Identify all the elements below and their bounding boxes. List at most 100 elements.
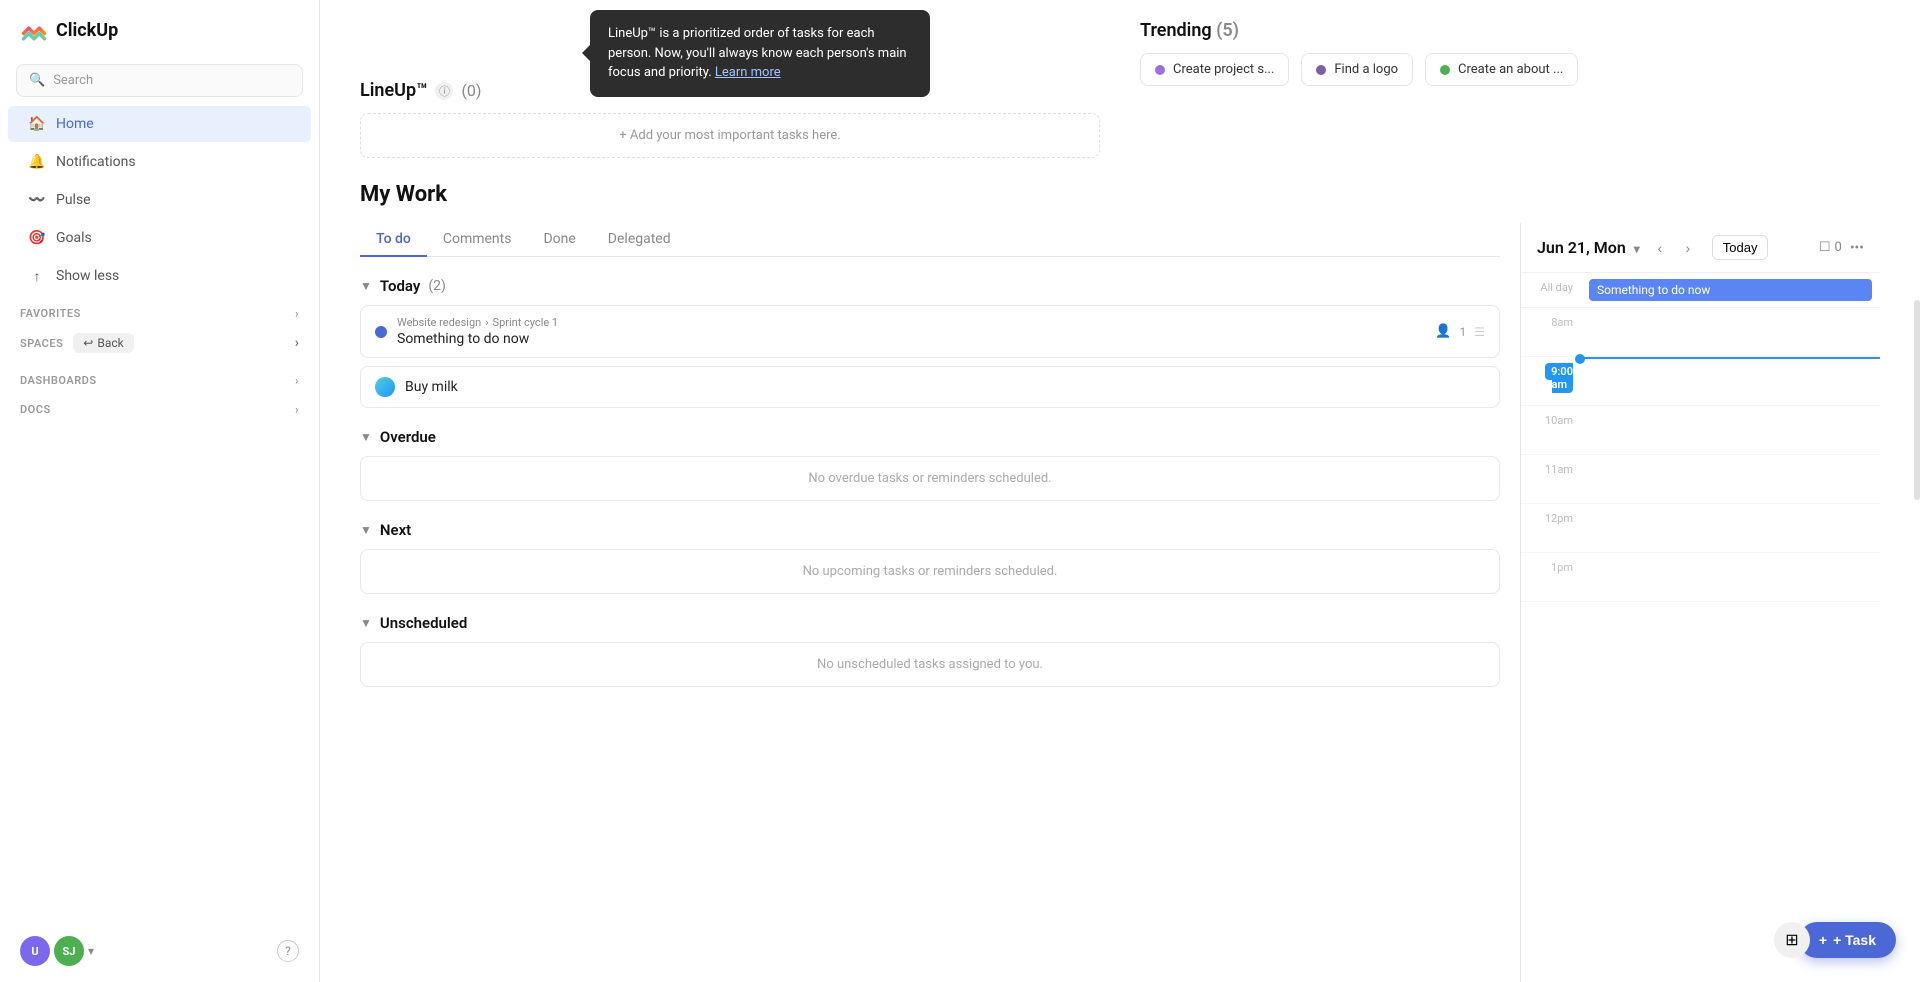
overdue-section: ▼ Overdue No overdue tasks or reminders …: [360, 428, 1500, 501]
calendar-today-button[interactable]: Today: [1712, 235, 1769, 260]
task-avatar-2: [375, 377, 395, 397]
bell-icon: 🔔: [28, 153, 46, 171]
trending-label-1: Find a logo: [1334, 62, 1398, 77]
cal-content-8am[interactable]: [1581, 308, 1880, 356]
allday-content: Something to do now: [1581, 273, 1880, 307]
cal-content-11am[interactable]: [1581, 455, 1880, 503]
app-name: ClickUp: [56, 20, 118, 41]
dashboards-chevron-icon[interactable]: ›: [295, 374, 299, 387]
docs-chevron-icon[interactable]: ›: [295, 403, 299, 416]
calendar-date-dropdown-icon[interactable]: ▾: [1634, 242, 1640, 256]
unscheduled-section: ▼ Unscheduled No unscheduled tasks assig…: [360, 614, 1500, 687]
task-status-dot-1: [375, 326, 387, 338]
cal-time-1pm: 1pm: [1521, 553, 1581, 574]
sidebar-goals-label: Goals: [56, 230, 92, 246]
tab-delegated[interactable]: Delegated: [592, 223, 687, 257]
favorites-chevron-icon[interactable]: ›: [295, 307, 299, 320]
cal-time-10am: 10am: [1521, 406, 1581, 427]
calendar-panel: Jun 21, Mon ▾ ‹ › Today ☐ 0 •••: [1520, 223, 1880, 982]
overdue-title: Overdue: [380, 428, 436, 446]
calendar-body: 8am 9:00 am 10am: [1521, 308, 1880, 982]
trending-label-2: Create an about ...: [1458, 62, 1563, 77]
trending-label-0: Create project s...: [1173, 62, 1274, 77]
mywork-section: My Work To do Comments Done Delegated ▼ …: [320, 158, 1920, 982]
tab-comments[interactable]: Comments: [427, 223, 528, 257]
task-menu-icon[interactable]: ☰: [1474, 325, 1485, 339]
learn-more-link[interactable]: Learn more: [715, 65, 781, 80]
task-name-1: Something to do now: [397, 331, 1425, 347]
sidebar-pulse-label: Pulse: [56, 192, 91, 208]
assignee-icon: 👤: [1435, 324, 1451, 339]
unscheduled-title: Unscheduled: [380, 614, 467, 632]
sidebar-item-show-less[interactable]: ↑ Show less: [8, 258, 311, 294]
sidebar-item-goals[interactable]: 🎯 Goals: [8, 220, 311, 256]
cal-content-10am[interactable]: [1581, 406, 1880, 454]
today-arrow-icon: ▼: [360, 279, 372, 293]
trending-item-2[interactable]: Create an about ...: [1425, 53, 1578, 86]
next-section-header[interactable]: ▼ Next: [360, 521, 1500, 539]
work-content: To do Comments Done Delegated ▼ Today (2…: [360, 223, 1520, 982]
back-arrow-icon: ↩: [83, 336, 93, 350]
sidebar-bottom: U SJ ▾ ?: [0, 920, 319, 982]
lineup-add-label: + Add your most important tasks here.: [619, 128, 840, 143]
avatar-sj[interactable]: SJ: [54, 936, 84, 966]
lineup-title: LineUp™: [360, 80, 427, 101]
search-box[interactable]: 🔍 Search: [16, 64, 303, 97]
tab-todo[interactable]: To do: [360, 223, 427, 257]
trending-item-0[interactable]: Create project s...: [1140, 53, 1289, 86]
task-info-2: Buy milk: [405, 379, 1485, 395]
sidebar-item-home[interactable]: 🏠 Home: [8, 106, 311, 142]
show-less-icon: ↑: [28, 267, 46, 285]
sidebar: ClickUp 🔍 Search 🏠 Home 🔔 Notifications …: [0, 0, 320, 982]
avatar-dropdown-icon[interactable]: ▾: [88, 944, 94, 958]
allday-label: All day: [1521, 273, 1581, 307]
spaces-section-header[interactable]: SPACES ↩ Back ›: [0, 324, 319, 362]
calendar-prev-button[interactable]: ‹: [1648, 236, 1672, 260]
lineup-tooltip: LineUp™ is a prioritized order of tasks …: [590, 10, 930, 97]
search-icon: 🔍: [29, 73, 45, 88]
tab-done[interactable]: Done: [527, 223, 591, 257]
app-switcher: ⊞: [1774, 922, 1810, 958]
goals-icon: 🎯: [28, 229, 46, 247]
lineup-count: (0): [461, 81, 481, 100]
add-task-icon: +: [1819, 932, 1827, 948]
allday-event[interactable]: Something to do now: [1589, 279, 1872, 301]
back-button[interactable]: ↩ Back: [73, 333, 133, 353]
next-empty-message: No upcoming tasks or reminders scheduled…: [360, 549, 1500, 594]
cal-content-9am[interactable]: [1581, 357, 1880, 405]
add-task-button[interactable]: + + Task: [1799, 922, 1896, 958]
overdue-arrow-icon: ▼: [360, 430, 372, 444]
task-breadcrumb-1: Website redesign › Sprint cycle 1: [397, 316, 1425, 329]
lineup-info-icon[interactable]: ⓘ: [435, 82, 453, 100]
calendar-actions: ☐ 0 •••: [1819, 240, 1864, 256]
unscheduled-section-header[interactable]: ▼ Unscheduled: [360, 614, 1500, 632]
cal-time-12pm: 12pm: [1521, 504, 1581, 525]
avatar-u[interactable]: U: [20, 936, 50, 966]
overdue-empty-message: No overdue tasks or reminders scheduled.: [360, 456, 1500, 501]
cal-content-12pm[interactable]: [1581, 504, 1880, 552]
calendar-next-button[interactable]: ›: [1676, 236, 1700, 260]
spaces-chevron-icon[interactable]: ›: [295, 335, 299, 351]
calendar-header: Jun 21, Mon ▾ ‹ › Today ☐ 0 •••: [1521, 223, 1880, 273]
cal-time-9am: 9:00 am: [1521, 357, 1581, 391]
cal-content-1pm[interactable]: [1581, 553, 1880, 601]
overdue-section-header[interactable]: ▼ Overdue: [360, 428, 1500, 446]
today-section-header[interactable]: ▼ Today (2): [360, 277, 1500, 295]
calendar-nav: ‹ ›: [1648, 236, 1700, 260]
task-row-2[interactable]: Buy milk: [360, 366, 1500, 408]
sidebar-item-pulse[interactable]: 〰️ Pulse: [8, 182, 311, 218]
sidebar-item-notifications[interactable]: 🔔 Notifications: [8, 144, 311, 180]
main-content: LineUp™ is a prioritized order of tasks …: [320, 0, 1920, 982]
calendar-scrollbar[interactable]: [1914, 300, 1920, 500]
cal-row-10am: 10am: [1521, 406, 1880, 455]
calendar-more-icon[interactable]: •••: [1850, 240, 1864, 256]
trending-item-1[interactable]: Find a logo: [1301, 53, 1413, 86]
help-button[interactable]: ?: [277, 940, 299, 962]
task-row-1[interactable]: Website redesign › Sprint cycle 1 Someth…: [360, 305, 1500, 358]
dashboards-section-header: DASHBOARDS ›: [0, 362, 319, 391]
cal-row-11am: 11am: [1521, 455, 1880, 504]
lineup-add-box[interactable]: + Add your most important tasks here.: [360, 113, 1100, 158]
cal-row-1pm: 1pm: [1521, 553, 1880, 602]
trending-dot-2: [1440, 65, 1450, 75]
app-switcher-button[interactable]: ⊞: [1774, 922, 1810, 958]
